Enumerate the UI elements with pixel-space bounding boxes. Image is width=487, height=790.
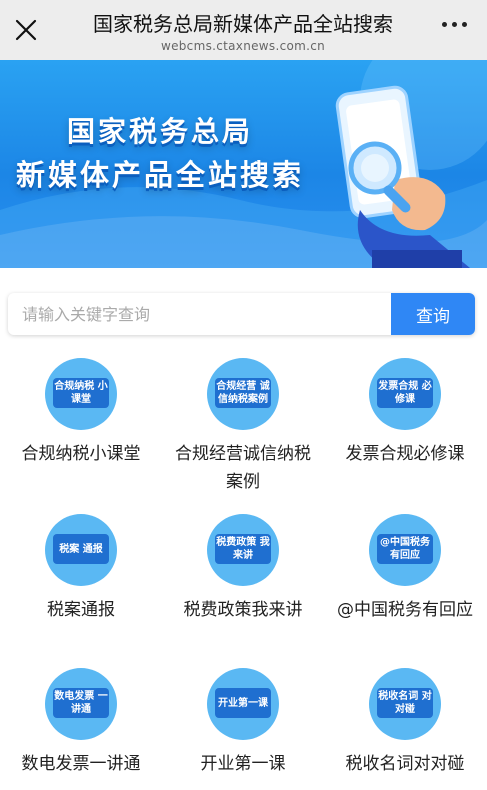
e-invoice-icon: 数电发票 一讲通	[45, 668, 117, 740]
grid-item-label: 数电发票一讲通	[21, 754, 141, 774]
grid-item-e-invoice[interactable]: 数电发票 一讲通 数电发票一讲通	[0, 668, 162, 778]
banner: 国家税务总局 新媒体产品全站搜索	[0, 60, 487, 268]
grid-item-first-lesson[interactable]: 开业第一课 开业第一课	[162, 668, 324, 778]
top-bar: 国家税务总局新媒体产品全站搜索 webcms.ctaxnews.com.cn	[0, 0, 487, 60]
compliance-class-icon: 合规纳税 小课堂	[45, 358, 117, 430]
banner-title-line1: 国家税务总局	[66, 115, 253, 148]
tax-terms-icon: 税收名词 对对碰	[369, 668, 441, 740]
grid-item-label: 开业第一课	[200, 754, 286, 774]
page-title: 国家税务总局新媒体产品全站搜索	[93, 12, 393, 36]
integrity-cases-icon: 合规经营 诚信纳税案例	[207, 358, 279, 430]
first-lesson-icon: 开业第一课	[207, 668, 279, 740]
grid-item-tax-case-report[interactable]: 税案 通报 税案通报	[0, 514, 162, 624]
grid-item-china-tax-reply[interactable]: @中国税务 有回应 @中国税务有回应	[324, 514, 486, 624]
grid-item-label: 合规纳税小课堂	[21, 444, 141, 464]
policy-talk-icon: 税费政策 我来讲	[207, 514, 279, 586]
search-box: 查询	[8, 293, 475, 335]
grid-item-invoice-course[interactable]: 发票合规 必修课 发票合规必修课	[324, 358, 486, 468]
grid-item-label: 合规经营诚信纳税案例	[175, 444, 311, 492]
grid-item-label: 税案通报	[47, 600, 115, 620]
grid-item-integrity-cases[interactable]: 合规经营 诚信纳税案例 合规经营诚信纳税案例	[162, 358, 324, 496]
grid-item-tax-terms[interactable]: 税收名词 对对碰 税收名词对对碰	[324, 668, 486, 778]
tax-case-report-icon: 税案 通报	[45, 514, 117, 586]
close-icon[interactable]	[14, 18, 38, 42]
page-url: webcms.ctaxnews.com.cn	[160, 39, 326, 53]
grid-item-label: 发票合规必修课	[345, 444, 465, 464]
grid-item-label: 税费政策我来讲	[183, 600, 303, 620]
more-icon[interactable]	[442, 22, 467, 27]
invoice-course-icon: 发票合规 必修课	[369, 358, 441, 430]
grid-item-label: @中国税务有回应	[337, 600, 473, 620]
grid-item-policy-talk[interactable]: 税费政策 我来讲 税费政策我来讲	[162, 514, 324, 624]
banner-title-line2: 新媒体产品全站搜索	[15, 158, 304, 192]
title-area: 国家税务总局新媒体产品全站搜索 webcms.ctaxnews.com.cn	[62, 8, 424, 53]
grid-item-compliance-class[interactable]: 合规纳税 小课堂 合规纳税小课堂	[0, 358, 162, 468]
search-button[interactable]: 查询	[391, 293, 475, 335]
search-input[interactable]	[8, 293, 393, 335]
grid-item-label: 税收名词对对碰	[345, 754, 465, 774]
china-tax-reply-icon: @中国税务 有回应	[369, 514, 441, 586]
